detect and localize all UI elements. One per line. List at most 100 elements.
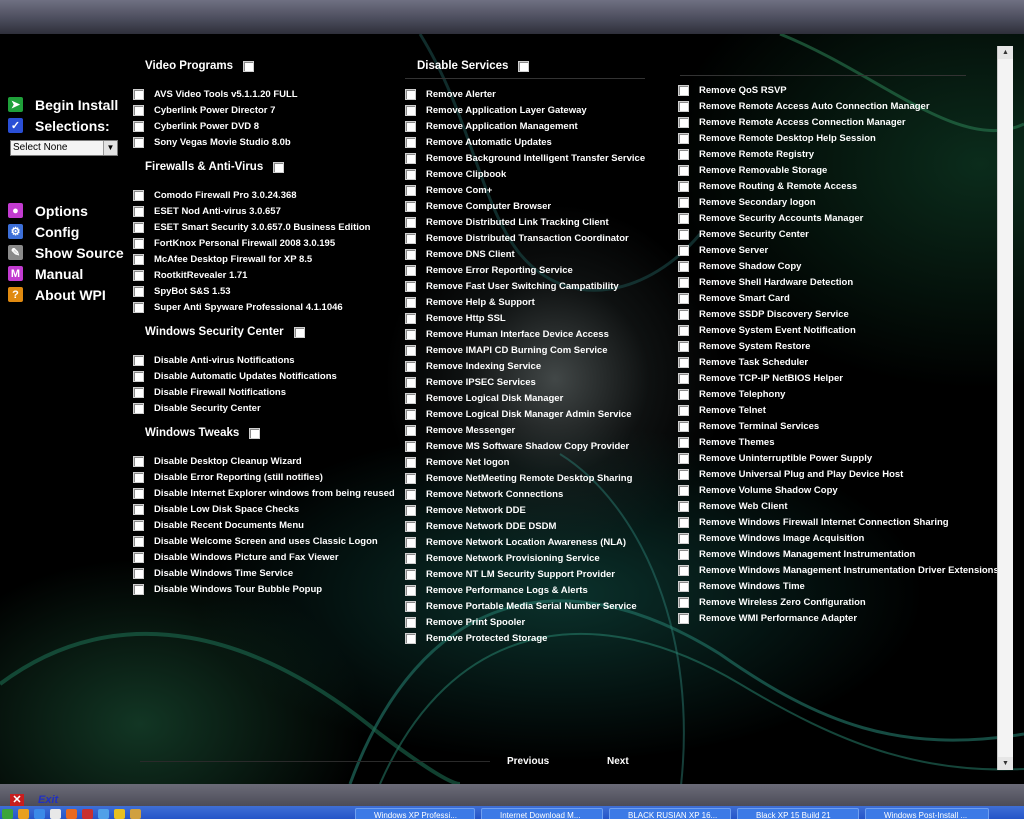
checkbox-row[interactable]: Remove Terminal Services	[678, 418, 994, 434]
checkbox[interactable]	[678, 484, 689, 496]
checkbox[interactable]	[678, 228, 689, 240]
checkbox-row[interactable]: Remove NetMeeting Remote Desktop Sharing	[405, 470, 675, 486]
checkbox[interactable]	[678, 100, 689, 112]
checkbox[interactable]	[133, 503, 144, 515]
checkbox-row[interactable]: Remove Application Layer Gateway	[405, 102, 675, 118]
checkbox[interactable]	[133, 354, 144, 366]
checkbox-row[interactable]: Remove Automatic Updates	[405, 134, 675, 150]
checkbox[interactable]	[405, 504, 416, 516]
group-checkbox[interactable]	[243, 60, 254, 72]
checkbox-row[interactable]: Remove System Restore	[678, 338, 994, 354]
checkbox[interactable]	[405, 536, 416, 548]
exit-button[interactable]: Exit	[38, 794, 58, 806]
taskbar-button[interactable]: Windows XP Professi...	[355, 808, 475, 819]
group-checkbox[interactable]	[293, 326, 305, 338]
checkbox-row[interactable]: Remove Network Connections	[405, 486, 675, 502]
checkbox[interactable]	[405, 552, 416, 564]
checkbox-row[interactable]: Remove Http SSL	[405, 310, 675, 326]
checkbox-row[interactable]: Remove Windows Firewall Internet Connect…	[678, 514, 994, 530]
checkbox[interactable]	[405, 568, 416, 580]
checkbox[interactable]	[133, 386, 144, 398]
checkbox[interactable]	[678, 564, 689, 576]
checkbox[interactable]	[405, 136, 416, 148]
checkbox-row[interactable]: Super Anti Spyware Professional 4.1.1046	[133, 299, 403, 315]
checkbox[interactable]	[133, 370, 144, 382]
checkbox[interactable]	[133, 551, 144, 563]
scroll-down-icon[interactable]: ▼	[998, 757, 1013, 770]
checkbox-row[interactable]: FortKnox Personal Firewall 2008 3.0.195	[133, 235, 403, 251]
checkbox[interactable]	[405, 488, 416, 500]
checkbox-row[interactable]: Disable Windows Time Service	[133, 565, 403, 581]
checkbox[interactable]	[133, 471, 144, 483]
checkbox-row[interactable]: Remove Network DDE DSDM	[405, 518, 675, 534]
checkbox-row[interactable]: Remove TCP-IP NetBIOS Helper	[678, 370, 994, 386]
checkbox[interactable]	[133, 519, 144, 531]
checkbox[interactable]	[678, 500, 689, 512]
checkbox-row[interactable]: Remove Distributed Link Tracking Client	[405, 214, 675, 230]
checkbox[interactable]	[678, 580, 689, 592]
checkbox[interactable]	[678, 468, 689, 480]
checkbox[interactable]	[405, 520, 416, 532]
checkbox-row[interactable]: Remove Portable Media Serial Number Serv…	[405, 598, 675, 614]
checkbox[interactable]	[678, 212, 689, 224]
checkbox-row[interactable]: Disable Windows Tour Bubble Popup	[133, 581, 403, 597]
checkbox[interactable]	[133, 88, 144, 100]
checkbox-row[interactable]: Comodo Firewall Pro 3.0.24.368	[133, 187, 403, 203]
checkbox[interactable]	[678, 196, 689, 208]
checkbox[interactable]	[133, 567, 144, 579]
checkbox-row[interactable]: Remove Network DDE	[405, 502, 675, 518]
options-button[interactable]: ● Options	[8, 200, 128, 221]
checkbox[interactable]	[678, 132, 689, 144]
checkbox-row[interactable]: Disable Internet Explorer windows from b…	[133, 485, 403, 501]
checkbox-row[interactable]: Remove Uninterruptible Power Supply	[678, 450, 994, 466]
checkbox-row[interactable]: Remove Removable Storage	[678, 162, 994, 178]
checkbox-row[interactable]: Remove Telnet	[678, 402, 994, 418]
checkbox[interactable]	[678, 164, 689, 176]
checkbox[interactable]	[405, 232, 416, 244]
checkbox[interactable]	[405, 200, 416, 212]
checkbox-row[interactable]: Remove Performance Logs & Alerts	[405, 582, 675, 598]
checkbox-row[interactable]: Disable Desktop Cleanup Wizard	[133, 453, 403, 469]
checkbox-row[interactable]: Remove Fast User Switching Campatibility	[405, 278, 675, 294]
checkbox-row[interactable]: Remove Remote Access Connection Manager	[678, 114, 994, 130]
show-source-button[interactable]: ✎ Show Source	[8, 242, 128, 263]
checkbox-row[interactable]: Remove Windows Image Acquisition	[678, 530, 994, 546]
checkbox[interactable]	[678, 356, 689, 368]
checkbox-row[interactable]: Sony Vegas Movie Studio 8.0b	[133, 134, 403, 150]
checkbox[interactable]	[405, 88, 416, 100]
checkbox-row[interactable]: SpyBot S&S 1.53	[133, 283, 403, 299]
quicklaunch-media-icon[interactable]	[50, 809, 61, 819]
checkbox-row[interactable]: RootkitRevealer 1.71	[133, 267, 403, 283]
checkbox-row[interactable]: Disable Recent Documents Menu	[133, 517, 403, 533]
checkbox[interactable]	[405, 152, 416, 164]
quicklaunch-tool-icon[interactable]	[114, 809, 125, 819]
checkbox-row[interactable]: Remove Logical Disk Manager Admin Servic…	[405, 406, 675, 422]
checkbox[interactable]	[405, 360, 416, 372]
scroll-up-icon[interactable]: ▲	[998, 46, 1013, 59]
checkbox[interactable]	[678, 596, 689, 608]
checkbox-row[interactable]: Remove IMAPI CD Burning Com Service	[405, 342, 675, 358]
checkbox-row[interactable]: Remove Volume Shadow Copy	[678, 482, 994, 498]
checkbox[interactable]	[678, 116, 689, 128]
checkbox-row[interactable]: McAfee Desktop Firewall for XP 8.5	[133, 251, 403, 267]
checkbox[interactable]	[678, 436, 689, 448]
checkbox[interactable]	[405, 280, 416, 292]
checkbox-row[interactable]: Remove Universal Plug and Play Device Ho…	[678, 466, 994, 482]
checkbox-row[interactable]: Disable Automatic Updates Notifications	[133, 368, 403, 384]
checkbox-row[interactable]: Disable Welcome Screen and uses Classic …	[133, 533, 403, 549]
checkbox-row[interactable]: Remove Network Provisioning Service	[405, 550, 675, 566]
manual-button[interactable]: M Manual	[8, 263, 128, 284]
checkbox[interactable]	[405, 472, 416, 484]
checkbox-row[interactable]: Remove Web Client	[678, 498, 994, 514]
checkbox-row[interactable]: Disable Firewall Notifications	[133, 384, 403, 400]
checkbox-row[interactable]: Disable Security Center	[133, 400, 403, 416]
checkbox[interactable]	[678, 388, 689, 400]
checkbox-row[interactable]: AVS Video Tools v5.1.1.20 FULL	[133, 86, 403, 102]
checkbox[interactable]	[405, 104, 416, 116]
quicklaunch-folder-icon[interactable]	[130, 809, 141, 819]
checkbox-row[interactable]: Disable Low Disk Space Checks	[133, 501, 403, 517]
previous-button[interactable]: Previous	[507, 756, 549, 767]
checkbox-row[interactable]: Remove Network Location Awareness (NLA)	[405, 534, 675, 550]
checkbox-row[interactable]: Remove Com+	[405, 182, 675, 198]
group-checkbox[interactable]	[273, 161, 285, 173]
